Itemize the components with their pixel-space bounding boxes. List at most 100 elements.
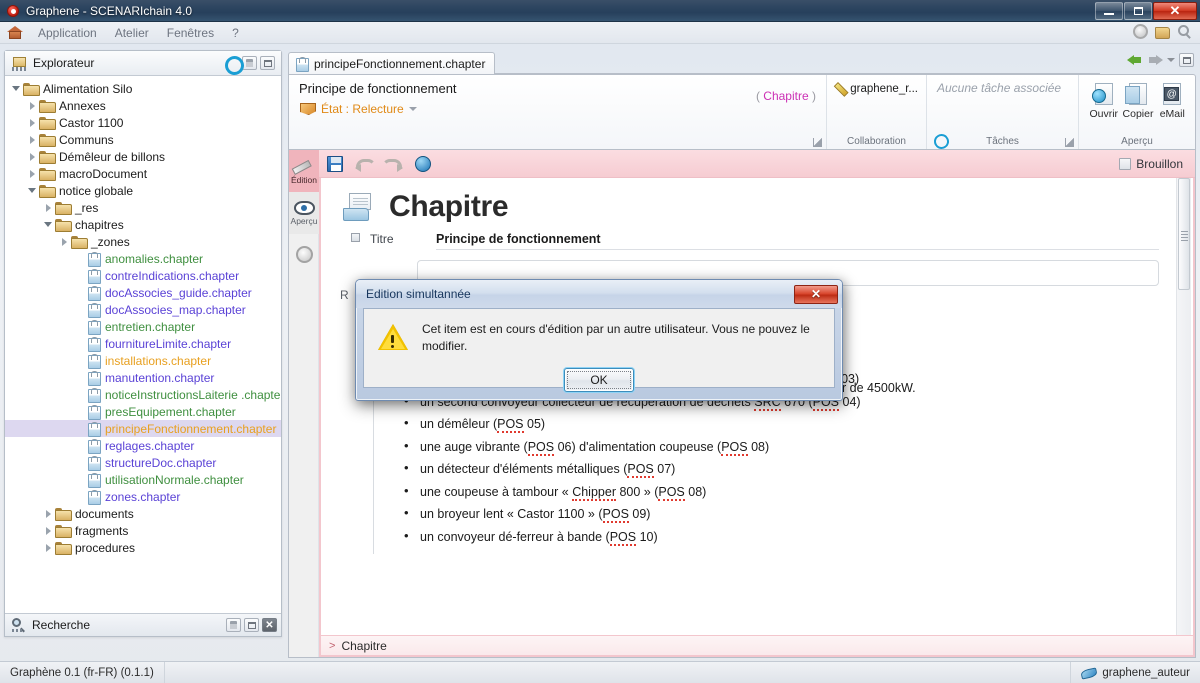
save-icon[interactable] xyxy=(327,155,343,172)
expand-arrow-icon[interactable] xyxy=(27,134,38,145)
tree-item[interactable]: contreIndications.chapter xyxy=(5,267,281,284)
menu-item-application[interactable]: Application xyxy=(29,24,106,42)
collapse-arrow-icon[interactable] xyxy=(11,83,22,94)
maximize-button[interactable] xyxy=(1124,1,1152,20)
collaboration-user-row[interactable]: graphene_r... xyxy=(837,81,918,97)
tree-item[interactable]: reglages.chapter xyxy=(5,437,281,454)
minimize-panel-icon[interactable] xyxy=(226,618,241,632)
ouvrir-label: Ouvrir xyxy=(1089,108,1119,120)
expand-arrow-icon[interactable] xyxy=(43,202,54,213)
panel-icon[interactable] xyxy=(260,56,275,70)
refresh-icon[interactable] xyxy=(225,56,239,70)
occluded-paragraph-text: r de 4500kW. xyxy=(842,381,916,395)
tree-item[interactable]: macroDocument xyxy=(5,165,281,182)
tree-item[interactable]: noticeInstructionsLaiterie .chapter xyxy=(5,386,281,403)
ouvrir-button[interactable]: Ouvrir xyxy=(1089,81,1119,120)
tree-item[interactable]: docAssocies_map.chapter xyxy=(5,301,281,318)
brouillon-toggle[interactable]: Brouillon xyxy=(1119,157,1183,171)
tree-item[interactable]: fournitureLimite.chapter xyxy=(5,335,281,352)
scrollbar-thumb[interactable] xyxy=(1178,178,1190,290)
email-icon: @ xyxy=(1159,81,1185,107)
breadcrumb-label[interactable]: Chapitre xyxy=(341,639,386,653)
expand-arrow-icon[interactable] xyxy=(43,542,54,553)
tree-item[interactable]: Communs xyxy=(5,131,281,148)
tree-item[interactable]: structureDoc.chapter xyxy=(5,454,281,471)
close-button[interactable]: ✕ xyxy=(1153,1,1197,20)
email-button[interactable]: @ eMail xyxy=(1157,81,1187,120)
side-tab-apercu[interactable]: Aperçu xyxy=(289,192,319,234)
arrow-back-icon[interactable] xyxy=(1127,53,1143,67)
menu-item-fenetres[interactable]: Fenêtres xyxy=(158,24,223,42)
expand-arrow-icon[interactable] xyxy=(59,236,70,247)
search-label[interactable]: Recherche xyxy=(32,618,90,632)
side-tab-settings[interactable] xyxy=(289,234,319,274)
collapse-arrow-icon[interactable] xyxy=(43,219,54,230)
tree-item[interactable]: docAssocies_guide.chapter xyxy=(5,284,281,301)
copier-button[interactable]: Copier xyxy=(1123,81,1153,120)
redo-icon[interactable] xyxy=(382,156,403,172)
expand-arrow-icon[interactable] xyxy=(43,525,54,536)
list-item: un démêleur (POS 05) xyxy=(404,413,1159,436)
tree-item[interactable]: chapitres xyxy=(5,216,281,233)
tree-item[interactable]: _res xyxy=(5,199,281,216)
arrow-forward-icon[interactable] xyxy=(1147,53,1163,67)
info-icon[interactable] xyxy=(415,155,431,172)
ok-button[interactable]: OK xyxy=(564,367,634,392)
tree-item[interactable]: procedures xyxy=(5,539,281,556)
home-icon[interactable] xyxy=(7,25,23,40)
chevron-down-icon[interactable] xyxy=(1167,58,1175,62)
field-titre-value[interactable]: Principe de fonctionnement xyxy=(436,232,1159,250)
state-selector[interactable]: État : Relecture xyxy=(299,101,818,116)
explorer-tree[interactable]: Alimentation Silo Annexes Castor 1100 Commu… xyxy=(5,76,281,613)
maximize-panel-icon[interactable] xyxy=(244,618,259,632)
expand-arrow-icon[interactable] xyxy=(27,117,38,128)
gear-icon[interactable] xyxy=(1133,24,1150,41)
dialog-close-button[interactable]: ✕ xyxy=(794,284,838,304)
menu-item-atelier[interactable]: Atelier xyxy=(106,24,158,42)
list-item: une auge vibrante (POS 06) d'alimentatio… xyxy=(404,436,1159,459)
tab-principe-fonctionnement[interactable]: principeFonctionnement.chapter xyxy=(288,52,496,74)
chevron-down-icon[interactable] xyxy=(408,106,417,111)
tree-item[interactable]: installations.chapter xyxy=(5,352,281,369)
expand-arrow-icon[interactable] xyxy=(27,168,38,179)
tree-item[interactable]: zones.chapter xyxy=(5,488,281,505)
menu-item-help[interactable]: ? xyxy=(223,24,248,42)
tree-item[interactable]: documents xyxy=(5,505,281,522)
brouillon-checkbox[interactable] xyxy=(1119,157,1132,170)
tree-item-label: Alimentation Silo xyxy=(43,81,133,96)
tree-item[interactable]: principeFonctionnement.chapter xyxy=(5,420,281,437)
tree-item[interactable]: entretien.chapter xyxy=(5,318,281,335)
expand-arrow-icon[interactable] xyxy=(27,100,38,111)
field-titre[interactable]: Titre Principe de fonctionnement xyxy=(321,230,1193,250)
tree-item[interactable]: Démêleur de billons xyxy=(5,148,281,165)
title-bar: Graphene - SCENARIchain 4.0 ✕ xyxy=(0,0,1200,22)
folder-icon[interactable] xyxy=(1155,24,1172,41)
tree-item[interactable]: utilisationNormale.chapter xyxy=(5,471,281,488)
expand-arrow-icon[interactable] xyxy=(27,151,38,162)
tree-item[interactable]: Annexes xyxy=(5,97,281,114)
tree-item[interactable]: Alimentation Silo xyxy=(5,80,281,97)
tab-label: principeFonctionnement.chapter xyxy=(314,56,486,71)
tree-item[interactable]: manutention.chapter xyxy=(5,369,281,386)
expand-arrow-icon[interactable] xyxy=(43,508,54,519)
status-user-cell[interactable]: graphene_auteur xyxy=(1070,661,1200,683)
tree-item[interactable]: _zones xyxy=(5,233,281,250)
side-tab-edition[interactable]: Édition xyxy=(289,150,319,192)
ribbon-group-expand-document[interactable] xyxy=(813,138,822,147)
editor-scrollbar[interactable] xyxy=(1176,178,1191,635)
type-open-paren: ( xyxy=(755,89,760,103)
tree-item[interactable]: fragments xyxy=(5,522,281,539)
collapse-arrow-icon[interactable] xyxy=(27,185,38,196)
tree-item[interactable]: Castor 1100 xyxy=(5,114,281,131)
search-icon[interactable] xyxy=(1177,24,1194,41)
tree-item[interactable]: notice globale xyxy=(5,182,281,199)
lock-icon[interactable] xyxy=(242,56,257,70)
undo-icon[interactable] xyxy=(355,156,376,172)
panel-toggle-icon[interactable] xyxy=(1179,53,1194,67)
minimize-button[interactable] xyxy=(1095,1,1123,20)
ribbon-group-expand-taches[interactable] xyxy=(1065,138,1074,147)
tree-item[interactable]: presEquipement.chapter xyxy=(5,403,281,420)
tree-item[interactable]: anomalies.chapter xyxy=(5,250,281,267)
close-panel-icon[interactable]: ✕ xyxy=(262,618,277,632)
editor-body[interactable]: Chapitre Titre Principe de fonctionnemen… xyxy=(319,178,1195,635)
